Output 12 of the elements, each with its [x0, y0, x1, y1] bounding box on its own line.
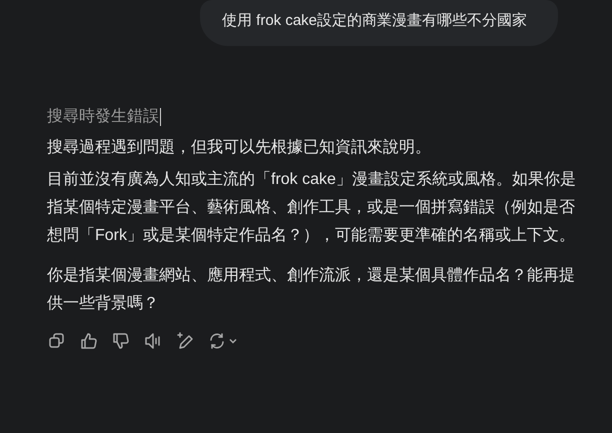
response-paragraph: 你是指某個漫畫網站、應用程式、創作流派，還是某個具體作品名？能再提供一些背景嗎？ [47, 266, 576, 314]
edit-sparkle-icon[interactable] [176, 332, 194, 350]
search-status: 搜尋時發生錯誤 [47, 106, 159, 127]
speaker-icon[interactable] [144, 332, 162, 350]
regenerate-icon[interactable] [208, 332, 226, 350]
response-paragraph: 目前並沒有廣為人知或主流的「frok cake」漫畫設定系統或風格。如果你是指某個特定漫畫平台、藝術風格、創作工具，或是一個拼寫錯誤（例如是否想問「Fork」或是某個特定作品名？），可能需要更準確的名稱或上下文。 [47, 170, 577, 246]
thumbs-down-icon[interactable] [112, 332, 130, 350]
response-paragraph: 搜尋過程遇到問題，但我可以先根據已知資訊來說明。 [47, 138, 432, 158]
thumbs-up-icon[interactable] [80, 332, 98, 350]
copy-icon[interactable] [48, 332, 66, 350]
caret-icon[interactable] [228, 336, 238, 346]
user-message-bubble: 使用 frok cake設定的商業漫畫有哪些不分國家 [200, 0, 558, 46]
